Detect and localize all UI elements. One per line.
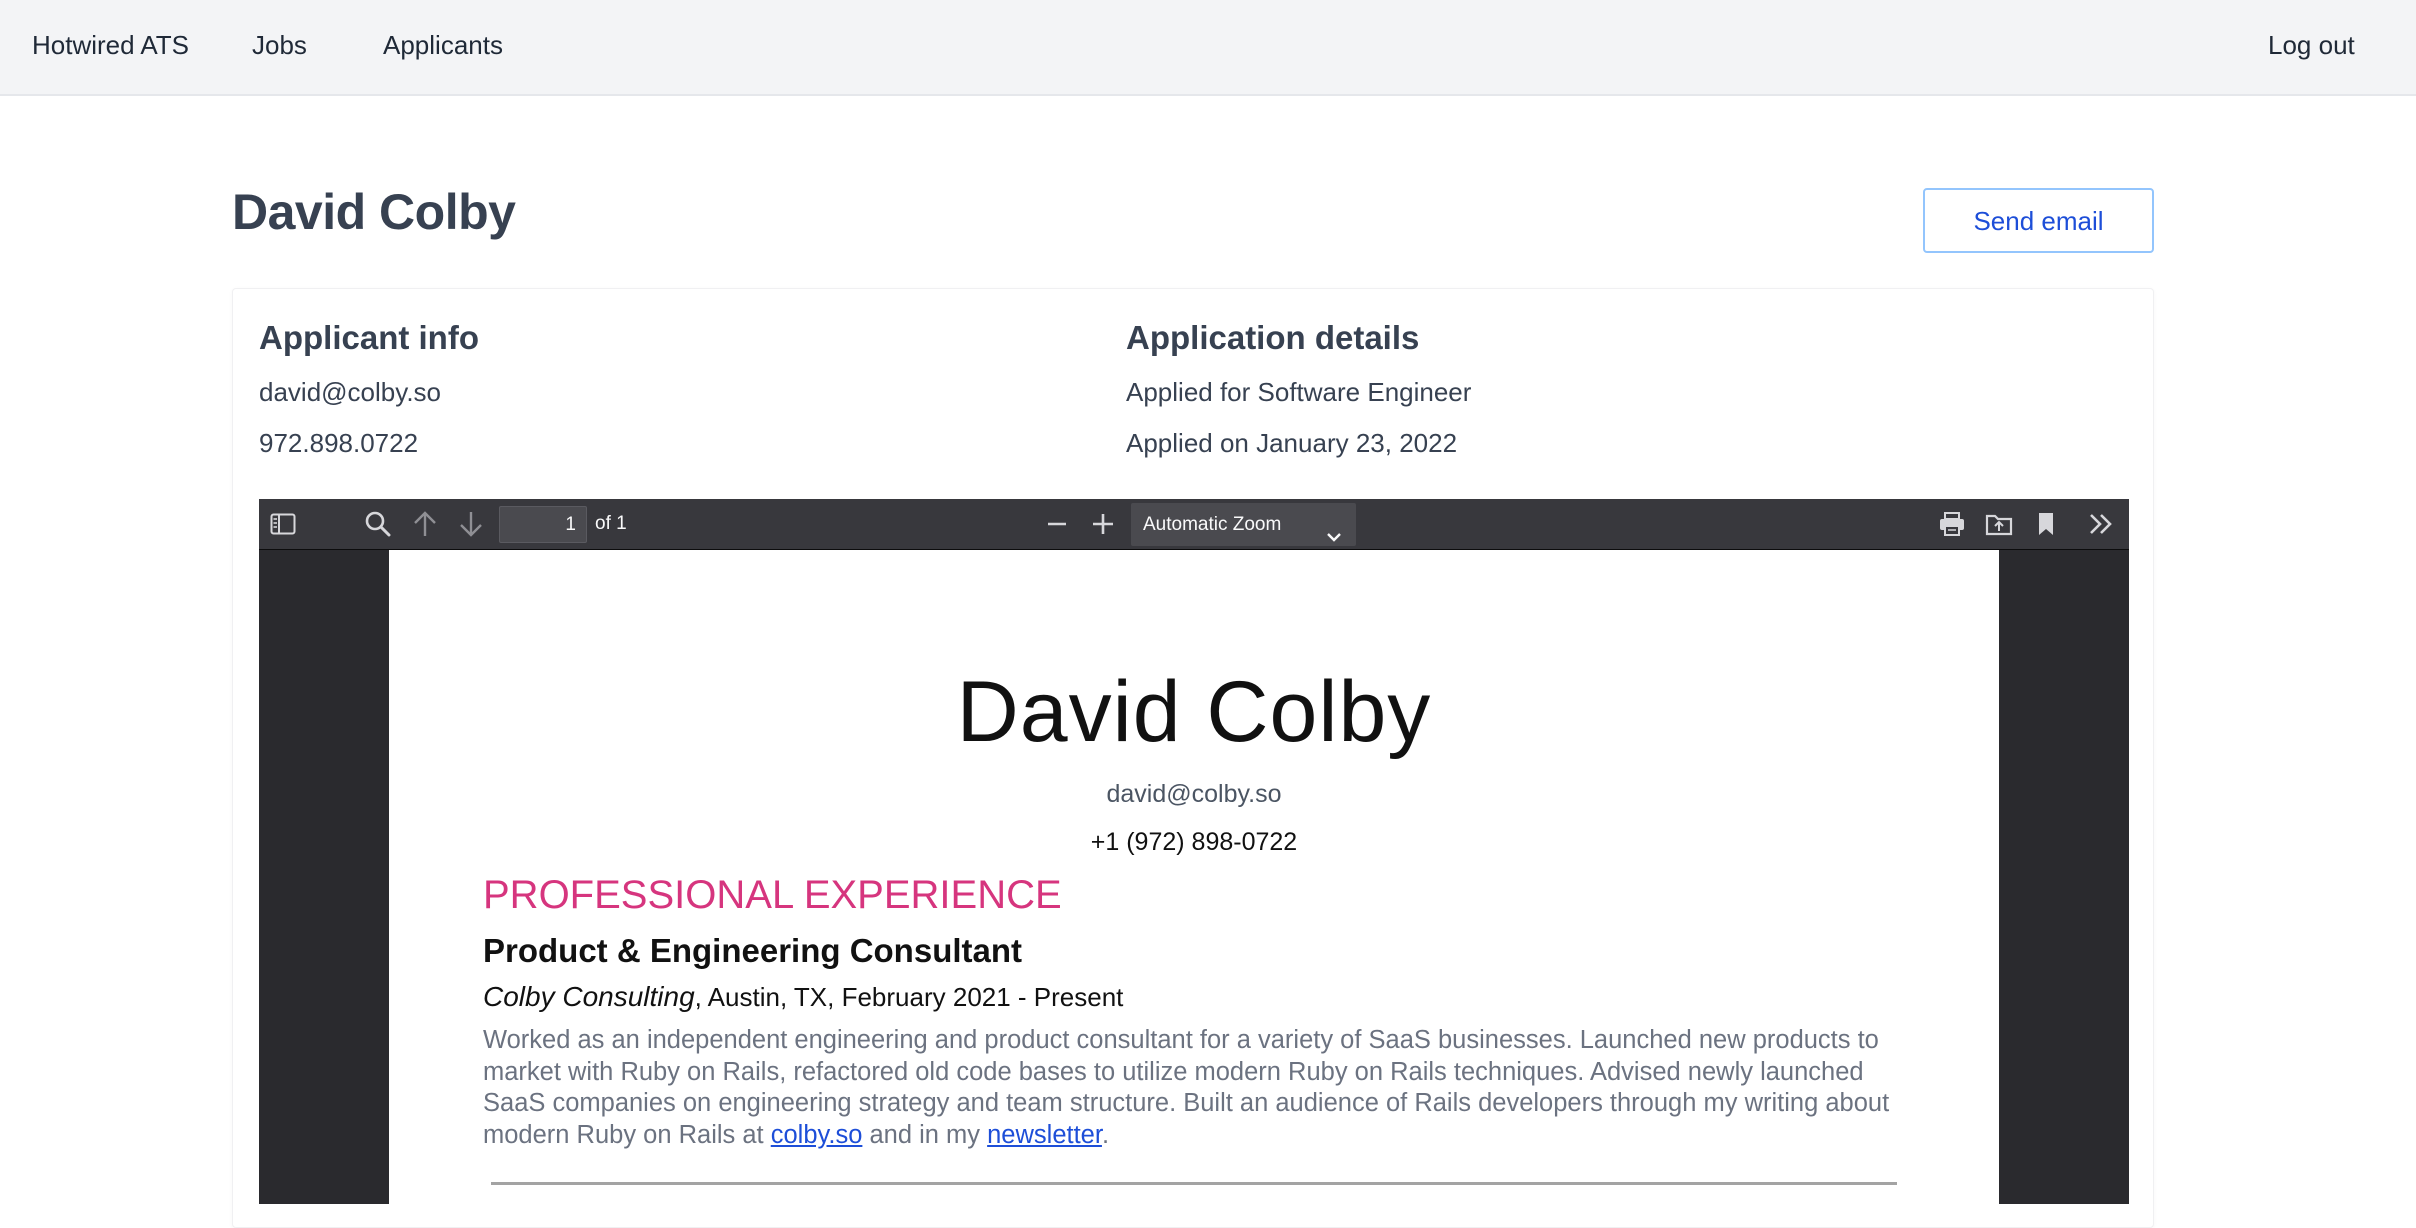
arrow-down-icon[interactable] [455,508,487,540]
send-email-button[interactable]: Send email [1923,188,2154,253]
applicant-email: david@colby.so [259,377,441,407]
nav-jobs-link[interactable]: Jobs [252,28,307,62]
search-icon[interactable] [362,508,394,540]
applicant-phone: 972.898.0722 [259,428,419,458]
resume-company-name: Colby Consulting [483,981,695,1012]
resume-phone: +1 (972) 898-0722 [1090,828,1298,856]
resume-company-line: Colby Consulting, Austin, TX, February 2… [483,980,1123,1014]
resume-description: Worked as an independent engineering and… [483,1025,1923,1151]
resume-divider [491,1182,1897,1185]
resume-name: David Colby [956,664,1432,760]
resume-description-text: and in my [862,1120,988,1149]
resume-description-text: . [1101,1120,1110,1149]
colby-so-link[interactable]: colby.so [771,1121,863,1149]
resume-description-text: Worked as an independent engineering and… [483,1026,1890,1149]
double-chevron-right-icon[interactable] [2085,508,2117,540]
resume-section-title: PROFESSIONAL EXPERIENCE [483,873,1062,917]
page-number-input[interactable] [499,506,587,543]
resume-company-details: , Austin, TX, February 2021 - Present [694,982,1124,1012]
bookmark-icon[interactable] [2030,508,2062,540]
folder-icon[interactable] [1983,508,2015,540]
applied-on-text: Applied on January 23, 2022 [1126,428,1458,458]
application-details-heading: Application details [1126,319,1420,356]
pdf-page: David Colby david@colby.so +1 (972) 898-… [389,550,1999,1204]
print-icon[interactable] [1936,508,1968,540]
zoom-select[interactable]: Automatic Zoom [1131,503,1356,546]
logout-link[interactable]: Log out [2268,28,2355,62]
nav-applicants-link[interactable]: Applicants [383,28,503,62]
sidebar-toggle-icon[interactable] [267,508,299,540]
nav-brand-link[interactable]: Hotwired ATS [32,28,189,62]
top-navbar: Hotwired ATS Jobs Applicants Log out [0,0,2416,96]
minus-icon[interactable] [1041,508,1073,540]
page-count-label: of 1 [595,513,627,534]
applicant-info-heading: Applicant info [259,319,479,356]
resume-email: david@colby.so [1106,780,1282,808]
resume-role-title: Product & Engineering Consultant [483,932,1023,969]
pdf-toolbar: of 1 Automatic Zoom [259,499,2129,550]
newsletter-link[interactable]: newsletter [987,1121,1102,1149]
applied-for-text: Applied for Software Engineer [1126,377,1472,407]
page-title: David Colby [232,184,516,240]
plus-icon[interactable] [1087,508,1119,540]
resume-pdf-viewer[interactable]: of 1 Automatic Zoom [259,499,2129,1204]
arrow-up-icon[interactable] [409,508,441,540]
zoom-select-label: Automatic Zoom [1143,514,1282,535]
